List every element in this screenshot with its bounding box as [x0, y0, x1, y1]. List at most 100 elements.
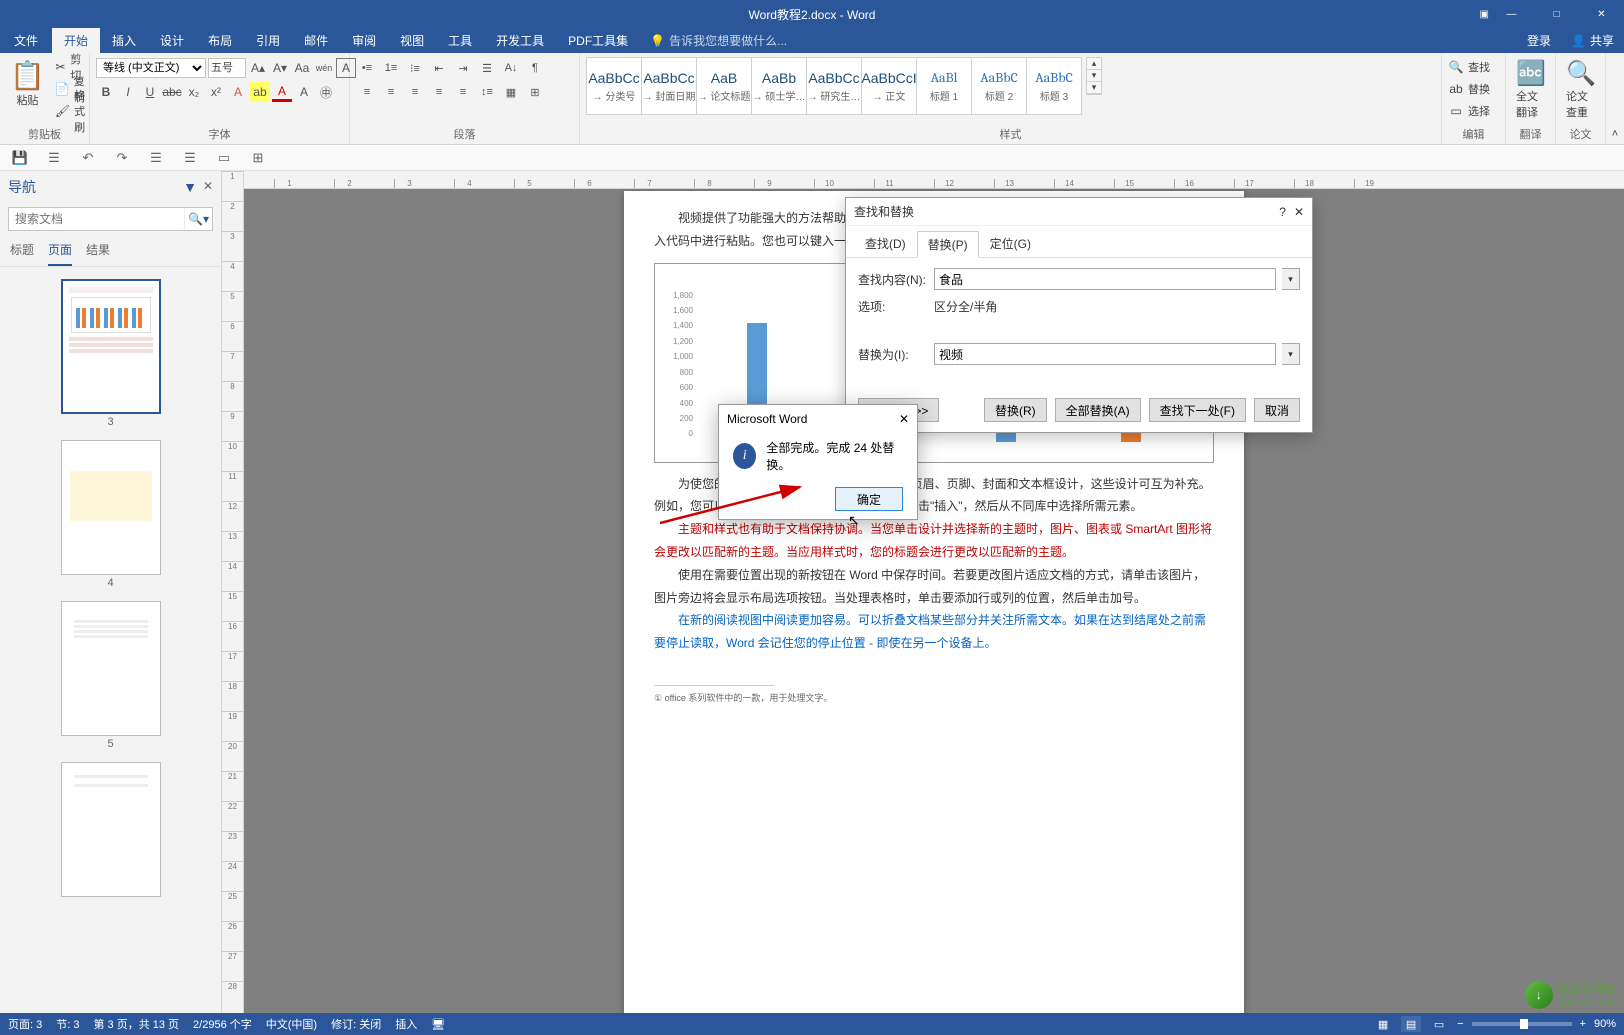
page-thumb-6[interactable] [61, 762, 161, 899]
italic-button[interactable]: I [118, 82, 138, 102]
zoom-out-button[interactable]: − [1457, 1018, 1463, 1030]
styles-down-button[interactable]: ▾ [1087, 70, 1101, 82]
style-card-4[interactable]: AaBbCc→ 研究生… [806, 57, 862, 115]
nav-tab-headings[interactable]: 标题 [10, 241, 34, 266]
plagiarism-check-button[interactable]: 🔍论文查重 [1562, 57, 1600, 122]
maximize-button[interactable]: □ [1534, 0, 1579, 28]
subscript-button[interactable]: x₂ [184, 82, 204, 102]
fr-help-button[interactable]: ? [1279, 205, 1286, 219]
pdf-tools-tab[interactable]: PDF工具集 [556, 28, 640, 53]
status-page[interactable]: 页面: 3 [8, 1016, 42, 1032]
zoom-level[interactable]: 90% [1594, 1018, 1616, 1030]
nav-dropdown-icon[interactable]: ▼ [183, 179, 197, 195]
qat-button-6[interactable]: ▭ [214, 150, 234, 166]
find-button[interactable]: 🔍查找 [1448, 57, 1490, 77]
status-revisions[interactable]: 修订: 关闭 [331, 1016, 381, 1032]
underline-button[interactable]: U [140, 82, 160, 102]
status-insert-mode[interactable]: 插入 [395, 1016, 417, 1032]
ribbon-display-options-icon[interactable]: ▣ [1480, 9, 1489, 20]
find-what-input[interactable] [934, 268, 1276, 290]
login-button[interactable]: 登录 [1517, 28, 1561, 53]
font-size-select[interactable]: 五号 [208, 58, 246, 78]
vertical-ruler[interactable]: 1234567891011121314151617181920212223242… [222, 171, 244, 1013]
align-center-button[interactable]: ≡ [380, 81, 402, 103]
developer-tab[interactable]: 开发工具 [484, 28, 556, 53]
find-next-button[interactable]: 查找下一处(F) [1149, 398, 1246, 422]
nav-search-button[interactable]: 🔍▾ [184, 208, 212, 230]
bullets-button[interactable]: •≡ [356, 57, 378, 79]
cancel-button[interactable]: 取消 [1254, 398, 1300, 422]
replace-one-button[interactable]: 替换(R) [984, 398, 1047, 422]
shading-button[interactable]: ▦ [500, 81, 522, 103]
nav-search-input[interactable] [9, 208, 184, 230]
qat-button-4[interactable]: ☰ [146, 150, 166, 166]
design-tab[interactable]: 设计 [148, 28, 196, 53]
show-marks-button[interactable]: ¶ [524, 57, 546, 79]
superscript-button[interactable]: x² [206, 82, 226, 102]
style-card-6[interactable]: AaBl标题 1 [916, 57, 972, 115]
enclose-char-button[interactable]: ㊥ [316, 82, 336, 102]
zoom-in-button[interactable]: + [1580, 1018, 1586, 1030]
styles-expand-button[interactable]: ▾ [1087, 82, 1101, 94]
decrease-font-button[interactable]: A▾ [270, 58, 290, 78]
nav-tab-results[interactable]: 结果 [86, 241, 110, 266]
tools-tab[interactable]: 工具 [436, 28, 484, 53]
text-effects-button[interactable]: A [228, 82, 248, 102]
qat-button-1[interactable]: ☰ [44, 150, 64, 166]
undo-button[interactable]: ↶ [78, 150, 98, 166]
align-right-button[interactable]: ≡ [404, 81, 426, 103]
numbering-button[interactable]: 1≡ [380, 57, 402, 79]
select-button[interactable]: ▭选择 [1448, 101, 1490, 121]
qat-button-5[interactable]: ☰ [180, 150, 200, 166]
fr-tab-goto[interactable]: 定位(G) [979, 230, 1042, 257]
align-left-button[interactable]: ≡ [356, 81, 378, 103]
insert-tab[interactable]: 插入 [100, 28, 148, 53]
justify-button[interactable]: ≡ [428, 81, 450, 103]
fr-tab-replace[interactable]: 替换(P) [917, 231, 979, 258]
layout-tab[interactable]: 布局 [196, 28, 244, 53]
tell-me-search[interactable]: 💡 告诉我您想要做什么... [640, 28, 797, 53]
style-card-1[interactable]: AaBbCc→ 封面日期 [641, 57, 697, 115]
style-card-7[interactable]: AaBbC标题 2 [971, 57, 1027, 115]
style-card-5[interactable]: AaBbCcI→ 正文 [861, 57, 917, 115]
styles-gallery[interactable]: AaBbCc→ 分类号AaBbCc→ 封面日期AaB→ 论文标题AaBb→ 硕士… [586, 57, 1081, 115]
msgbox-ok-button[interactable]: 确定 [835, 487, 903, 511]
print-layout-button[interactable]: ▤ [1401, 1016, 1421, 1032]
style-card-0[interactable]: AaBbCc→ 分类号 [586, 57, 642, 115]
styles-scroll[interactable]: ▴ ▾ ▾ [1086, 57, 1102, 95]
nav-tab-pages[interactable]: 页面 [48, 241, 72, 266]
status-page-count[interactable]: 第 3 页，共 13 页 [93, 1016, 179, 1032]
translate-button[interactable]: 🔤全文翻译 [1512, 57, 1550, 122]
replace-dropdown-icon[interactable]: ▾ [1282, 343, 1300, 365]
minimize-button[interactable]: — [1489, 0, 1534, 28]
format-painter-button[interactable]: 🖌格式刷 [55, 101, 86, 121]
font-color-button[interactable]: A [272, 82, 292, 102]
line-spacing-button[interactable]: ↕≡ [476, 81, 498, 103]
font-name-select[interactable]: 等线 (中文正文) [96, 58, 206, 78]
styles-up-button[interactable]: ▴ [1087, 58, 1101, 70]
close-nav-button[interactable]: ✕ [203, 179, 213, 195]
web-layout-button[interactable]: ▭ [1429, 1016, 1449, 1032]
phonetic-guide-button[interactable]: wén [314, 58, 334, 78]
replace-with-input[interactable] [934, 343, 1276, 365]
replace-all-button[interactable]: 全部替换(A) [1055, 398, 1141, 422]
status-language[interactable]: 中文(中国) [266, 1016, 317, 1032]
file-tab[interactable]: 文件 [0, 28, 52, 53]
decrease-indent-button[interactable]: ⇤ [428, 57, 450, 79]
find-replace-dialog[interactable]: 查找和替换 ? ✕ 查找(D) 替换(P) 定位(G) 查找内容(N): ▾ 选… [845, 197, 1313, 433]
asian-layout-button[interactable]: ☰ [476, 57, 498, 79]
distributed-button[interactable]: ≡ [452, 81, 474, 103]
view-tab[interactable]: 视图 [388, 28, 436, 53]
share-button[interactable]: 👤 共享 [1561, 28, 1624, 53]
paste-button[interactable]: 📋 粘贴 [6, 57, 49, 110]
style-card-2[interactable]: AaB→ 论文标题 [696, 57, 752, 115]
references-tab[interactable]: 引用 [244, 28, 292, 53]
strikethrough-button[interactable]: abc [162, 82, 182, 102]
fr-close-button[interactable]: ✕ [1294, 205, 1304, 219]
status-section[interactable]: 节: 3 [56, 1016, 79, 1032]
char-shading-button[interactable]: A [294, 82, 314, 102]
style-card-3[interactable]: AaBb→ 硕士学… [751, 57, 807, 115]
close-window-button[interactable]: ✕ [1579, 0, 1624, 28]
mailings-tab[interactable]: 邮件 [292, 28, 340, 53]
increase-font-button[interactable]: A▴ [248, 58, 268, 78]
